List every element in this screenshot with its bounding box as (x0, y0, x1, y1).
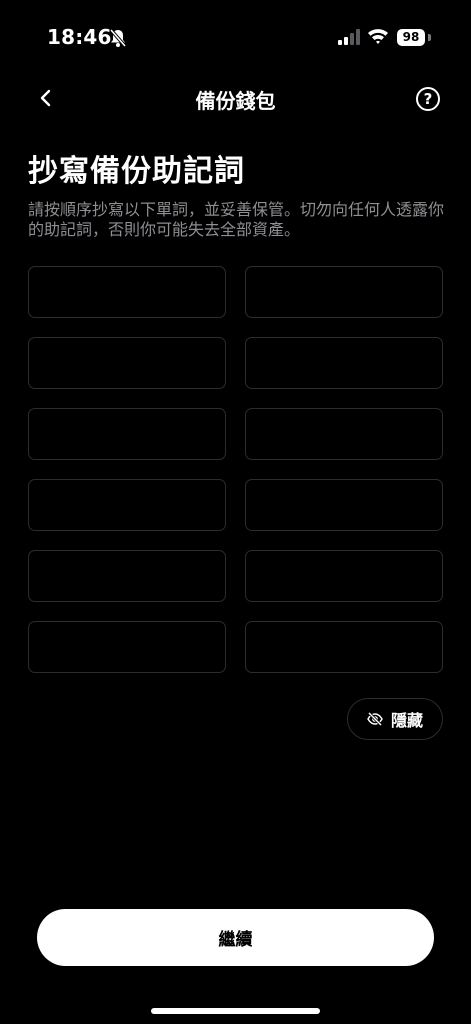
battery-icon: 98 (397, 29, 425, 46)
instruction-text: 請按順序抄寫以下單詞，並妥善保管。切勿向任何人透露你的助記詞，否則你可能失去全部… (28, 200, 445, 239)
mnemonic-word-slot (28, 479, 226, 531)
continue-button[interactable]: 繼續 (37, 909, 434, 966)
signal-icon (338, 29, 360, 45)
mnemonic-word-slot (28, 266, 226, 318)
mnemonic-word-slot (245, 621, 443, 673)
mnemonic-word-slot (245, 479, 443, 531)
hide-button-label: 隱藏 (390, 711, 423, 730)
battery-nub (428, 34, 431, 41)
home-indicator[interactable] (151, 1008, 320, 1014)
bell-slash-icon (109, 28, 127, 48)
status-bar: 18:46 98 (0, 0, 471, 76)
mnemonic-grid (28, 266, 443, 673)
eye-slash-icon (367, 712, 383, 726)
mnemonic-word-slot (28, 337, 226, 389)
mnemonic-word-slot (28, 621, 226, 673)
mnemonic-word-slot (28, 550, 226, 602)
mnemonic-word-slot (245, 408, 443, 460)
wifi-icon (368, 29, 388, 44)
section-heading: 抄寫備份助記詞 (28, 154, 245, 189)
help-icon[interactable]: ? (416, 87, 440, 111)
status-time: 18:46 (47, 25, 112, 49)
hide-button[interactable]: 隱藏 (347, 698, 443, 740)
page-title: 備份錢包 (195, 89, 276, 113)
mnemonic-word-slot (245, 550, 443, 602)
mnemonic-word-slot (245, 337, 443, 389)
mnemonic-word-slot (245, 266, 443, 318)
mnemonic-word-slot (28, 408, 226, 460)
